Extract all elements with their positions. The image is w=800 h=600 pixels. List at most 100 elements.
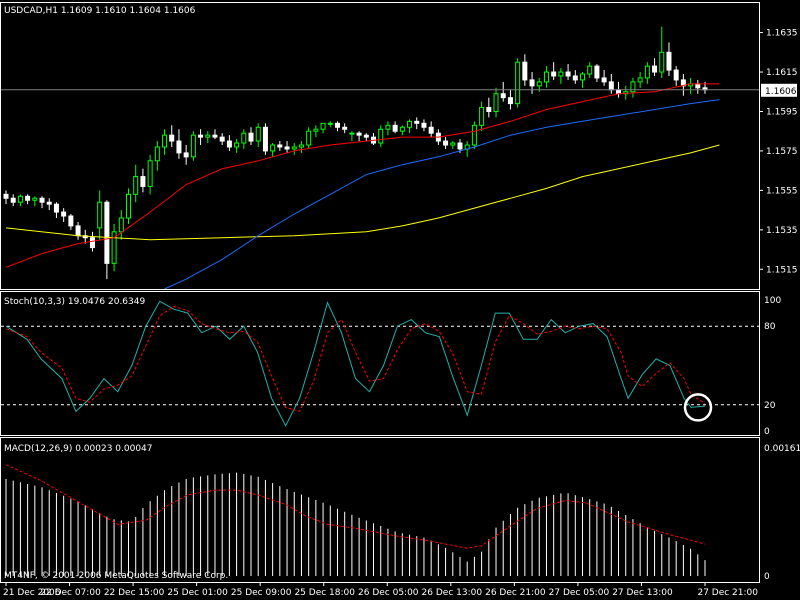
candle-body	[443, 140, 449, 146]
candle-body	[457, 142, 463, 150]
candle-body	[356, 132, 362, 136]
candle-body	[313, 128, 319, 132]
candle-body	[652, 65, 658, 73]
candle-body	[428, 126, 434, 134]
candle-body	[198, 134, 204, 138]
candle-body	[262, 126, 268, 152]
candle-body	[190, 134, 196, 158]
candle-body	[32, 197, 38, 201]
candle-body	[399, 126, 405, 132]
price-tick-label: 1.1595	[766, 107, 798, 117]
time-tick-label: 25 Dec 01:00	[167, 588, 228, 598]
candle-body	[601, 77, 607, 83]
candle-body	[219, 136, 225, 142]
candle-body	[162, 134, 168, 148]
candle-body	[298, 144, 304, 148]
candle-body	[10, 197, 16, 203]
time-tick-label: 22 Dec 15:00	[104, 588, 165, 598]
time-tick-label: 25 Dec 18:00	[294, 588, 355, 598]
candle-body	[536, 81, 542, 87]
candle-body	[147, 160, 153, 187]
candle-body	[673, 69, 679, 81]
price-tick-label: 1.1515	[766, 265, 798, 275]
candle-body	[61, 211, 67, 217]
candle-body	[695, 83, 701, 89]
candle-body	[543, 71, 549, 83]
candle-body	[226, 140, 232, 148]
stoch-main-line	[5, 300, 706, 427]
candle-body	[385, 124, 391, 130]
candle-body	[133, 176, 139, 195]
candle-body	[421, 122, 427, 128]
candle-body	[392, 124, 398, 132]
candle-body	[378, 128, 384, 144]
candle-body	[637, 77, 643, 83]
candle-body	[291, 146, 297, 150]
candle-body	[75, 225, 81, 237]
time-tick-label: 22 Dec 07:00	[40, 588, 101, 598]
copyright-text: MT4NF, © 2001-2006 MetaQuotes Software C…	[4, 571, 228, 581]
candle-body	[140, 176, 146, 187]
candle-body	[558, 71, 564, 77]
candle-body	[522, 61, 528, 81]
candle-body	[486, 107, 492, 112]
candle-body	[666, 51, 672, 71]
time-tick-label: 27 Dec 13:00	[612, 588, 673, 598]
candle-body	[255, 126, 261, 142]
candle-body	[565, 71, 571, 77]
price-candles	[3, 26, 708, 280]
candle-body	[471, 124, 477, 146]
price-axis: 1.1635 1.1615 1.1595 1.1575 1.1555 1.1535 1.15…	[759, 29, 798, 275]
candle-body	[68, 215, 74, 227]
candle-body	[89, 237, 95, 249]
candle-body	[118, 217, 124, 233]
candle-body	[234, 142, 240, 148]
stoch-panel-frame	[0, 291, 760, 436]
stoch-levels	[1, 325, 759, 406]
candle-body	[53, 203, 59, 213]
candle-body	[17, 195, 23, 203]
candle-body	[493, 93, 499, 112]
macd-title: MACD(12,26,9) 0.00023 0.00047	[4, 444, 153, 454]
macd-tick-label: 0.00161	[764, 444, 800, 454]
time-tick-label: 26 Dec 13:00	[422, 588, 483, 598]
ma-yellow-line	[5, 144, 720, 241]
ma-blue-line	[164, 99, 720, 289]
candle-body	[515, 61, 521, 105]
price-tick-label: 1.1615	[766, 68, 798, 78]
candle-body	[529, 79, 535, 87]
candle-body	[169, 134, 175, 142]
price-tick-label: 1.1555	[766, 186, 798, 196]
candle-body	[46, 201, 52, 205]
time-axis: 21 Dec 200622 Dec 07:00 22 Dec 15:00 25 De…	[3, 582, 758, 598]
candle-body	[334, 122, 340, 128]
candle-body	[25, 195, 31, 201]
macd-signal-path	[5, 464, 706, 549]
candle-body	[479, 107, 485, 126]
candle-body	[183, 152, 189, 158]
price-tick-label: 1.1535	[766, 226, 798, 236]
stoch-tick-label: 20	[764, 401, 776, 411]
candle-body	[241, 132, 247, 144]
stoch-signal-line	[5, 306, 706, 412]
stoch-title: Stoch(10,3,3) 19.0476 20.6349	[4, 297, 145, 307]
candle-body	[270, 144, 276, 152]
macd-histogram	[5, 472, 706, 576]
candle-body	[363, 134, 369, 138]
candle-body	[126, 193, 132, 219]
candle-body	[587, 65, 593, 75]
time-tick-label: 26 Dec 21:00	[485, 588, 546, 598]
candle-body	[414, 120, 420, 124]
price-chart-title: USDCAD,H1 1.1609 1.1610 1.1604 1.1606	[4, 6, 196, 16]
candle-body	[277, 144, 283, 148]
candle-body	[450, 142, 456, 146]
stoch-tick-label: 0	[764, 427, 770, 437]
candle-body	[327, 122, 333, 125]
candle-body	[342, 126, 348, 130]
macd-signal-line	[5, 464, 706, 549]
candle-body	[306, 130, 312, 146]
stoch-tick-label: 100	[764, 296, 781, 306]
price-tick-label: 1.1635	[766, 29, 798, 39]
stoch-axis: 100 80 20 0	[764, 296, 781, 437]
candle-body	[176, 140, 182, 154]
